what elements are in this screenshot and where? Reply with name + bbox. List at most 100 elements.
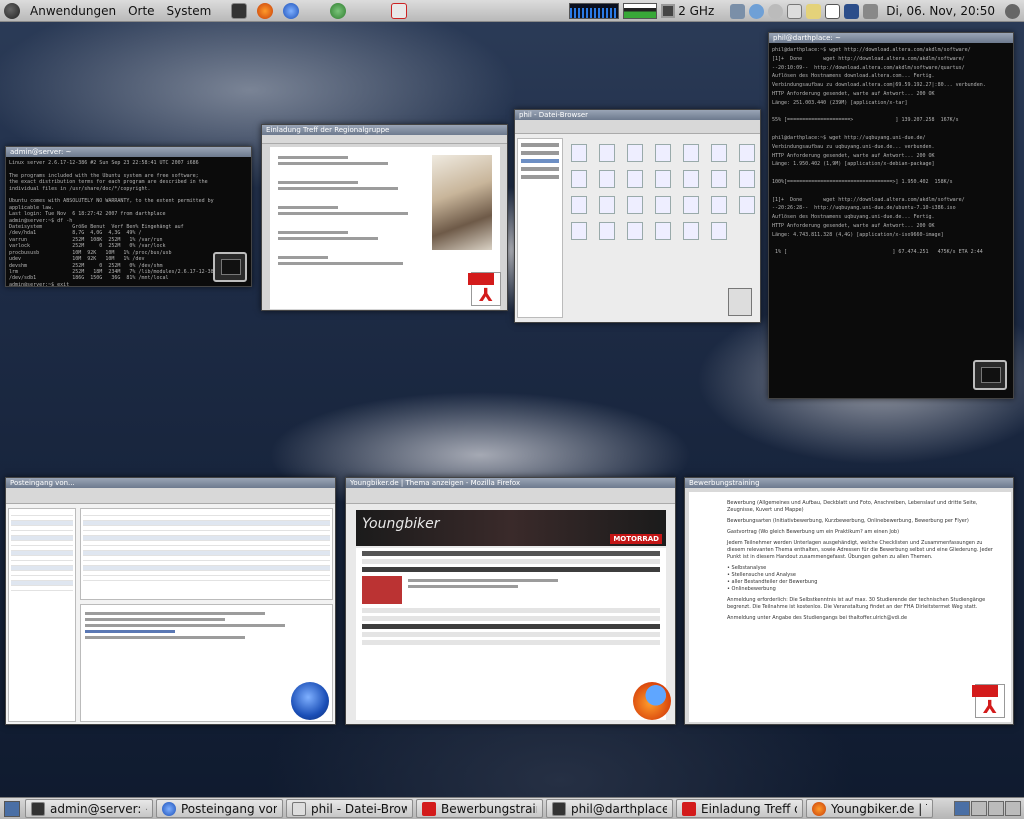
task-label: Bewerbungstrain... — [441, 801, 537, 816]
terminal-app-icon — [213, 252, 247, 282]
power-icon[interactable] — [1005, 3, 1020, 19]
task-terminal-server[interactable]: admin@server: ~ — [25, 799, 153, 818]
task-file-browser[interactable]: phil - Datei-Brows... — [286, 799, 413, 818]
menu-orte[interactable]: Orte — [122, 4, 160, 18]
window-terminal-darthplace[interactable]: phil@darthplace: ~ phil@darthplace:~$ wg… — [768, 32, 1014, 399]
mail-notify-icon[interactable] — [825, 3, 841, 19]
firefox-app-icon — [633, 682, 671, 720]
mail-message-list[interactable] — [80, 508, 333, 600]
pdf-icon — [422, 801, 436, 816]
window-title: Youngbiker.de | Thema anzeigen - Mozilla… — [346, 478, 675, 488]
firefox-banner: Youngbiker MOTORRAD — [356, 510, 666, 546]
cpu-frequency-label: 2 GHz — [678, 4, 715, 18]
task-pdf-einladung[interactable]: Einladung Treff d... — [676, 799, 803, 818]
pdf-bullet-1: • Selbstanalyse — [727, 565, 767, 571]
window-pdf-einladung[interactable]: Einladung Treff der Regionalgruppe — [261, 124, 508, 311]
system-monitor-mem[interactable] — [623, 3, 658, 19]
filebrowser-icon-grid[interactable] — [571, 144, 760, 240]
clipboard-icon[interactable] — [787, 3, 803, 19]
window-title: Einladung Treff der Regionalgruppe — [262, 125, 507, 135]
terminal-output[interactable]: phil@darthplace:~$ wget http://download.… — [769, 43, 1013, 398]
mail-toolbar[interactable] — [6, 488, 335, 504]
file-cabinet-icon — [728, 288, 752, 316]
window-terminal-server[interactable]: admin@server: ~ Linux server 2.6.17-12-3… — [5, 146, 252, 287]
menu-anwendungen[interactable]: Anwendungen — [24, 4, 122, 18]
pdf-para-6: Anmeldung unter Angabe des Studiengangs … — [727, 615, 908, 621]
terminal-line: phil@darthplace:~$ wget http://download.… — [772, 47, 971, 53]
pdf-icon — [682, 801, 696, 816]
firefox-launcher-icon[interactable] — [257, 2, 274, 19]
terminal-line: Länge: 251.003.440 (239M) [application/x… — [772, 99, 908, 106]
menu-system[interactable]: System — [161, 4, 218, 18]
forum-content[interactable] — [356, 548, 666, 720]
thunderbird-app-icon — [291, 682, 329, 720]
firefox-icon — [812, 801, 826, 816]
network-launcher-icon[interactable] — [330, 2, 347, 19]
task-label: Youngbiker.de | T... — [831, 801, 927, 816]
terminal-line: --20:10:09-- http://download.altera.com/… — [772, 64, 965, 71]
task-terminal-darthplace[interactable]: phil@darthplace:... — [546, 799, 673, 818]
volume-icon[interactable] — [863, 3, 879, 19]
terminal-icon — [31, 801, 45, 816]
workspace-4[interactable] — [1005, 801, 1021, 816]
window-mail-inbox[interactable]: Posteingang von... — [5, 477, 336, 725]
clock[interactable]: Di, 06. Nov, 20:50 — [880, 4, 1003, 18]
calendar-launcher-icon[interactable] — [391, 2, 408, 19]
pdf-bullet-2: • Stellensuche und Analyse — [727, 572, 796, 578]
workspace-switcher — [953, 801, 1024, 816]
terminal-line: admin@server:~$ exit — [9, 281, 70, 287]
pdf-para-4: Jedem Teilnehmer werden Unterlagen ausge… — [727, 540, 993, 560]
filebrowser-sidebar[interactable] — [517, 138, 563, 318]
weather-icon[interactable] — [730, 3, 746, 19]
bluetooth-icon[interactable] — [844, 3, 860, 19]
bottom-panel: admin@server: ~ Posteingang von... phil … — [0, 797, 1024, 819]
thunderbird-launcher-icon[interactable] — [283, 2, 300, 19]
terminal-line: HTTP Anforderung gesendet, warte auf Ant… — [772, 222, 935, 229]
pdf-app-icon — [972, 684, 1005, 718]
gnome-foot-icon[interactable] — [4, 2, 20, 19]
workspace-3[interactable] — [988, 801, 1004, 816]
pdf-bullet-3: • aller Bestandteiler der Bewerbung — [727, 579, 818, 585]
cpu-frequency-icon — [661, 4, 676, 18]
pdf-para-3: Gastvortrag (Wo gleich Bewerbung um ein … — [727, 529, 900, 535]
window-firefox[interactable]: Youngbiker.de | Thema anzeigen - Mozilla… — [345, 477, 676, 725]
pdf-page: Bewerbung (Allgemeines und Aufbau, Deckb… — [689, 492, 1011, 722]
window-file-browser[interactable]: phil - Datei-Browser — [514, 109, 761, 323]
task-label: admin@server: ~ — [50, 801, 147, 816]
network-status-icon[interactable] — [749, 3, 765, 19]
folder-icon — [292, 801, 306, 816]
terminal-line: Länge: 4.743.811.328 (4,4G) [application… — [772, 231, 944, 238]
pdf-para-1: Bewerbung (Allgemeines und Aufbau, Deckb… — [727, 500, 978, 513]
window-title: Posteingang von... — [6, 478, 335, 488]
pdf-para-5: Anmeldung erforderlich: Die Selbstkenntn… — [727, 597, 986, 610]
pdf-toolbar[interactable] — [262, 135, 507, 144]
window-title: phil@darthplace: ~ — [769, 33, 1013, 43]
terminal-launcher-icon[interactable] — [231, 2, 248, 19]
window-pdf-bewerbung[interactable]: Bewerbungstraining Bewerbung (Allgemeine… — [684, 477, 1014, 725]
filebrowser-toolbar[interactable] — [515, 120, 760, 134]
workspace-1[interactable] — [954, 801, 970, 816]
show-desktop-icon[interactable] — [4, 800, 20, 817]
window-title: Bewerbungstraining — [685, 478, 1013, 488]
terminal-line: [1]+ Done wget http://download.altera.co… — [772, 55, 965, 62]
top-tray: 2 GHz Di, 06. Nov, 20:50 — [569, 0, 1024, 22]
pdf-bullet-4: • Onlinebewerbung — [727, 586, 776, 592]
terminal-line: Auflösen des Hostnamens download.altera.… — [772, 73, 935, 80]
update-icon[interactable] — [768, 3, 784, 19]
task-firefox[interactable]: Youngbiker.de | T... — [806, 799, 933, 818]
pdf-photo — [432, 155, 492, 250]
terminal-line: Verbindungsaufbau zu uqbuyang.uni-due.de… — [772, 143, 935, 150]
task-pdf-bewerbung[interactable]: Bewerbungstrain... — [416, 799, 543, 818]
notes-icon[interactable] — [806, 3, 822, 19]
terminal-line: 100%[===================================… — [772, 178, 953, 185]
workspace-2[interactable] — [971, 801, 987, 816]
task-mail[interactable]: Posteingang von... — [156, 799, 283, 818]
firefox-toolbar[interactable] — [346, 488, 675, 504]
mail-folder-pane[interactable] — [8, 508, 76, 722]
system-monitor-cpu[interactable] — [569, 3, 620, 19]
